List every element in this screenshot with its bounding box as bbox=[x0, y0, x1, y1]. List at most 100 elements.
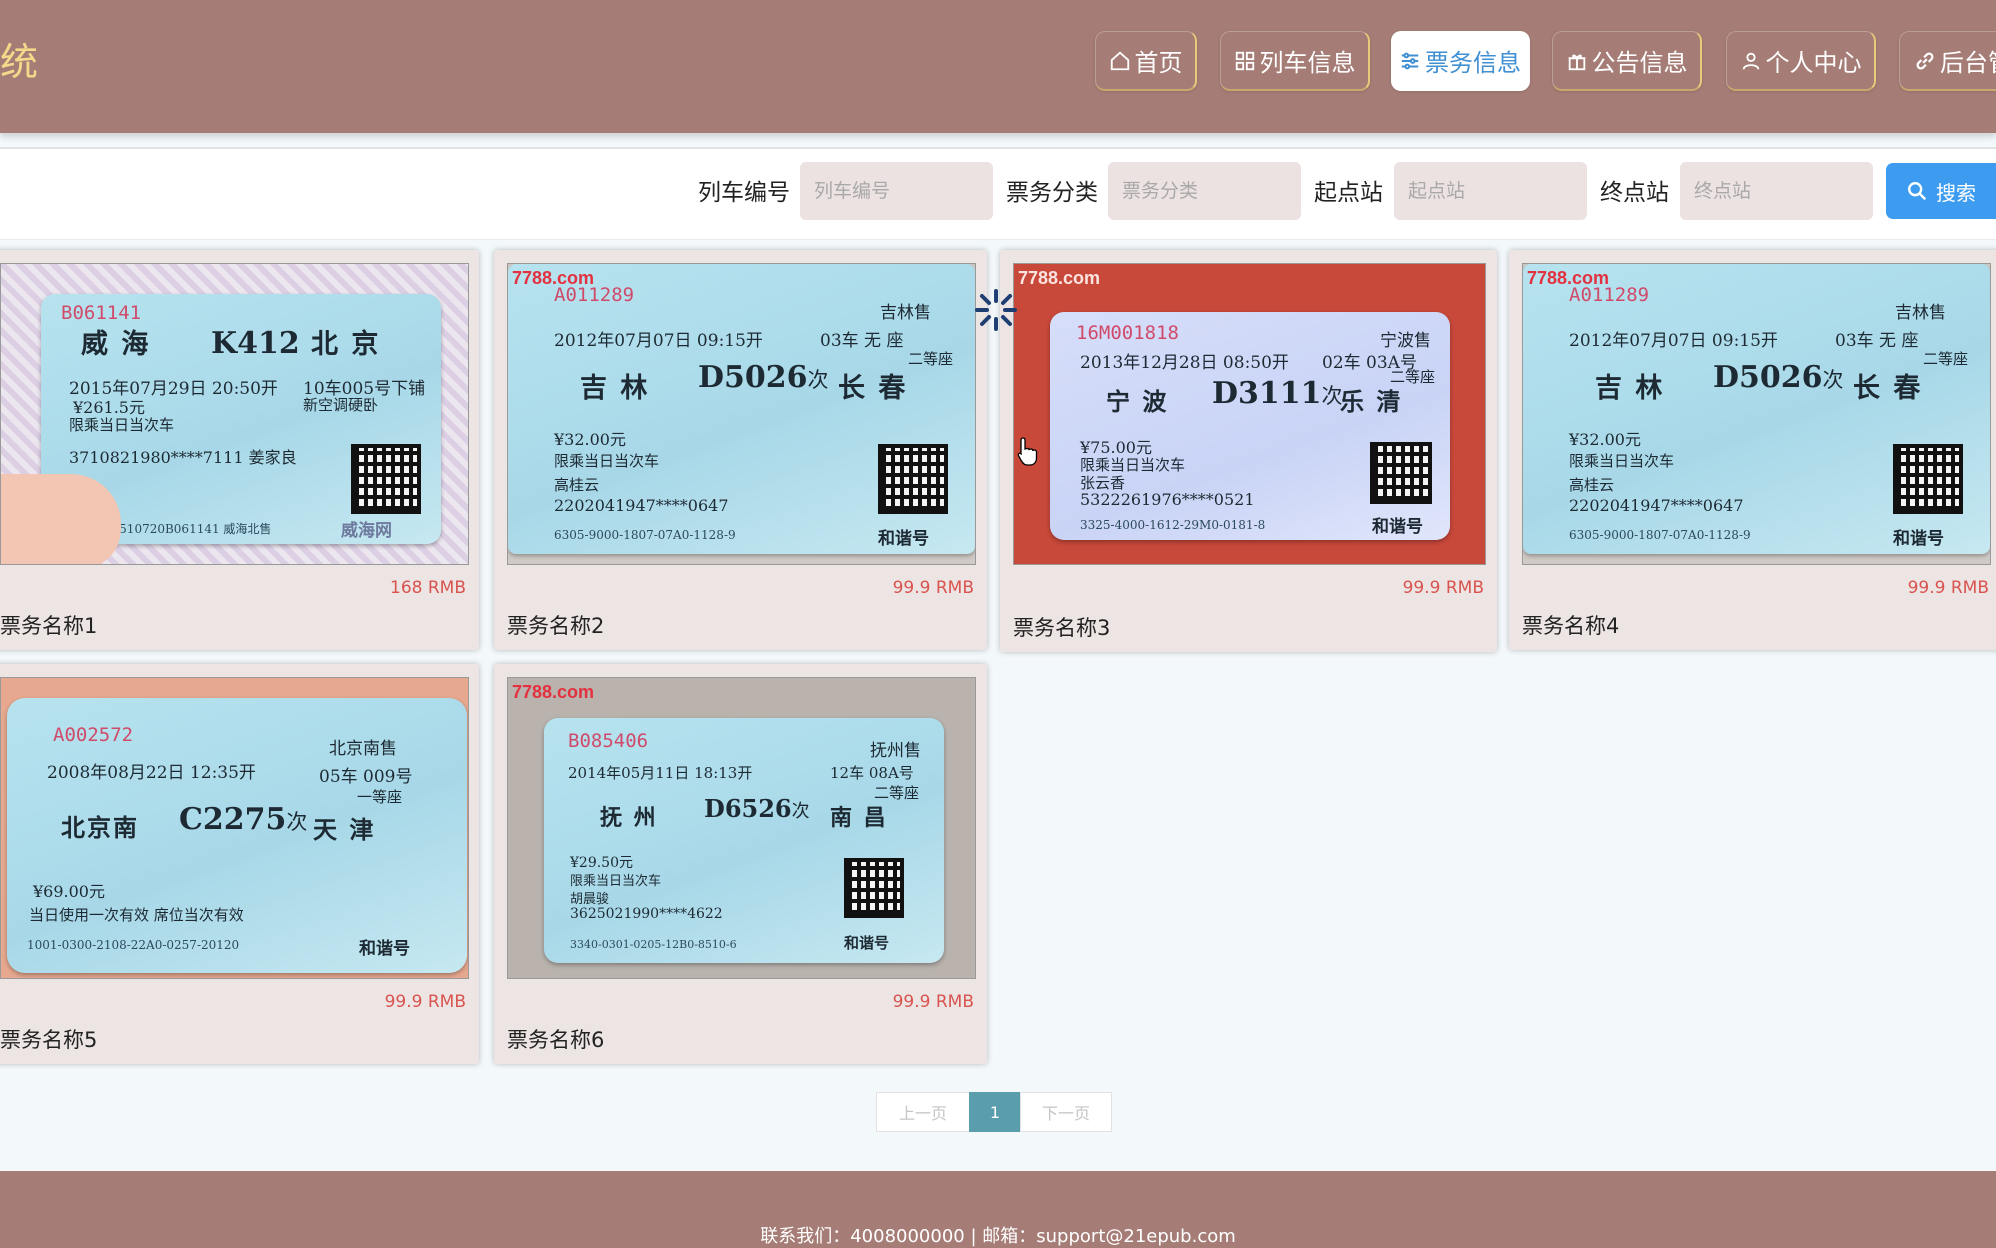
ticket-serial: B061141 bbox=[61, 302, 142, 324]
ticket-price-tag: 99.9 RMB bbox=[384, 992, 466, 1012]
ticket-price-tag: 99.9 RMB bbox=[1907, 578, 1989, 598]
nav-personal-center[interactable]: 个人中心 bbox=[1726, 31, 1876, 91]
ticket-train-number: D5026 bbox=[1713, 360, 1823, 395]
thumb-fingers bbox=[1, 474, 121, 564]
nav-label: 首页 bbox=[1134, 49, 1183, 77]
ticket-image: A002572 北京南售 2008年08月22日 12:35开 05车 009号… bbox=[0, 677, 469, 979]
ticket-from: 吉 林 bbox=[580, 373, 650, 404]
ticket-card[interactable]: A002572 北京南售 2008年08月22日 12:35开 05车 009号… bbox=[0, 664, 479, 1064]
ticket-passenger-id: 2202041947****0647 bbox=[1569, 496, 1744, 515]
departure-station-input[interactable] bbox=[1394, 162, 1587, 220]
site-watermark: 7788.com bbox=[512, 682, 595, 702]
train-number-input[interactable] bbox=[800, 162, 993, 220]
ticket-note: 限乘当日当次车 bbox=[69, 416, 175, 434]
ticket-passenger-id: 3710821980****7111 姜家良 bbox=[69, 448, 297, 467]
ticket-code: 1001-0300-2108-22A0-0257-20120 bbox=[27, 938, 240, 952]
ticket-train-number: K412 bbox=[211, 326, 300, 361]
ticket-car: 05车 009号 bbox=[319, 767, 413, 787]
ticket-from: 北京南 bbox=[61, 813, 139, 842]
footer-separator: | bbox=[964, 1226, 983, 1247]
pagination-next[interactable]: 下一页 bbox=[1020, 1092, 1112, 1132]
search-button-label: 搜索 bbox=[1936, 180, 1976, 205]
loading-spinner-icon bbox=[975, 289, 1017, 331]
ticket-brand: 和谐号 bbox=[1372, 517, 1423, 537]
ticket-serial: B085406 bbox=[568, 730, 649, 752]
ticket-from: 吉 林 bbox=[1595, 373, 1665, 404]
ticket-name: 票务名称4 bbox=[1522, 614, 1620, 638]
footer-phone: 4008000000 bbox=[850, 1226, 965, 1247]
ticket-image: B085406 抚州售 2014年05月11日 18:13开 12车 08A号 … bbox=[507, 677, 976, 979]
ticket-passenger-id: 2202041947****0647 bbox=[554, 496, 729, 515]
ticket-card[interactable]: A011289 吉林售 2012年07月07日 09:15开 03车 无 座 二… bbox=[494, 250, 987, 650]
qr-code-icon bbox=[1370, 442, 1432, 504]
ticket-train-number: C2275 bbox=[179, 802, 287, 837]
ticket-seat: 新空调硬卧 bbox=[303, 396, 379, 414]
home-icon bbox=[1109, 50, 1131, 72]
ticket-brand: 和谐号 bbox=[878, 529, 929, 549]
ticket-category-input[interactable] bbox=[1108, 162, 1301, 220]
nav-ticket-info[interactable]: 票务信息 bbox=[1391, 31, 1530, 91]
pagination-current-page[interactable]: 1 bbox=[969, 1092, 1021, 1132]
pagination-prev[interactable]: 上一页 bbox=[876, 1092, 970, 1132]
ticket-note: 限乘当日当次车 bbox=[554, 452, 660, 470]
nav-admin[interactable]: 后台管 bbox=[1899, 31, 1996, 91]
footer-contact: 联系我们：4008000000 | 邮箱：support@21epub.com bbox=[0, 1222, 1996, 1248]
ticket-passenger-id: 5322261976****0521 bbox=[1080, 490, 1255, 509]
nav-announcements[interactable]: 公告信息 bbox=[1552, 31, 1702, 91]
ticket-card[interactable]: 16M001818 宁波售 2013年12月28日 08:50开 02车 03A… bbox=[1000, 250, 1497, 652]
nav-label: 列车信息 bbox=[1259, 49, 1356, 77]
qr-code-icon bbox=[844, 858, 904, 918]
ticket-code: 6305-9000-1807-07A0-1128-9 bbox=[1569, 528, 1751, 542]
ticket-image: 16M001818 宁波售 2013年12月28日 08:50开 02车 03A… bbox=[1013, 263, 1486, 565]
ticket-date: 2014年05月11日 18:13开 bbox=[568, 764, 753, 782]
qr-code-icon bbox=[1893, 444, 1963, 514]
ticket-seat: 一等座 bbox=[357, 788, 403, 806]
sliders-icon bbox=[1399, 50, 1421, 72]
ticket-train-number: D3111 bbox=[1212, 376, 1322, 411]
ticket-name: 票务名称6 bbox=[507, 1028, 605, 1052]
ticket-code: 3340-0301-0205-12B0-8510-6 bbox=[570, 938, 737, 951]
ticket-price-tag: 168 RMB bbox=[390, 578, 466, 598]
ticket-brand: 和谐号 bbox=[359, 939, 410, 959]
ticket-passenger-id: 3625021990****4622 bbox=[570, 906, 723, 922]
ticket-train: D6526次 bbox=[704, 794, 810, 823]
ticket-note: 当日使用一次有效 席位当次有效 bbox=[29, 906, 244, 924]
ticket-serial: A002572 bbox=[53, 724, 134, 746]
search-icon bbox=[1906, 180, 1928, 202]
footer-contact-label: 联系我们： bbox=[760, 1226, 851, 1247]
ticket-train-suffix: 次 bbox=[791, 801, 810, 822]
ticket-name: 票务名称5 bbox=[0, 1028, 98, 1052]
arrival-station-input[interactable] bbox=[1680, 162, 1873, 220]
ticket-card[interactable]: B061141 威 海 K412 北 京 2015年07月29日 20:50开 … bbox=[0, 250, 479, 650]
top-navbar: 统 首页 列车信息 票务信息 公告信息 个人中心 后台管 bbox=[0, 0, 1996, 133]
ticket-passenger: 高桂云 bbox=[554, 476, 600, 494]
search-button[interactable]: 搜索 bbox=[1886, 163, 1996, 219]
ticket-price: ¥69.00元 bbox=[33, 882, 105, 901]
nav-train-info[interactable]: 列车信息 bbox=[1220, 31, 1370, 91]
departure-station-label: 起点站 bbox=[1314, 180, 1383, 206]
ticket-price-tag: 99.9 RMB bbox=[892, 992, 974, 1012]
ticket-train-suffix: 次 bbox=[1822, 368, 1844, 392]
ticket-price-tag: 99.9 RMB bbox=[892, 578, 974, 598]
nav-label: 公告信息 bbox=[1591, 49, 1688, 77]
ticket-card[interactable]: B085406 抚州售 2014年05月11日 18:13开 12车 08A号 … bbox=[494, 664, 987, 1064]
ticket-car: 12车 08A号 bbox=[830, 764, 914, 782]
ticket-car: 03车 无 座 bbox=[1835, 331, 1919, 351]
ticket-to: 南 昌 bbox=[830, 805, 888, 831]
grid-icon bbox=[1234, 50, 1256, 72]
ticket-image: B061141 威 海 K412 北 京 2015年07月29日 20:50开 … bbox=[0, 263, 469, 565]
ticket-brand: 和谐号 bbox=[844, 934, 890, 952]
ticket-serial: 16M001818 bbox=[1076, 322, 1179, 344]
ticket-card[interactable]: A011289 吉林售 2012年07月07日 09:15开 03车 无 座 二… bbox=[1509, 250, 1996, 650]
ticket-from: 宁 波 bbox=[1106, 387, 1169, 416]
ticket-name: 票务名称2 bbox=[507, 614, 605, 638]
ticket-price: ¥32.00元 bbox=[1569, 430, 1641, 449]
ticket-seller: 吉林售 bbox=[880, 303, 931, 323]
ticket-passenger: 胡晨骏 bbox=[570, 892, 610, 907]
ticket-to: 长 春 bbox=[838, 373, 908, 404]
nav-home[interactable]: 首页 bbox=[1095, 31, 1197, 91]
nav-label: 后台管 bbox=[1940, 49, 1996, 77]
ticket-seat: 二等座 bbox=[1923, 350, 1969, 368]
ticket-price: ¥29.50元 bbox=[570, 855, 633, 871]
site-watermark: 7788.com bbox=[1527, 268, 1610, 288]
